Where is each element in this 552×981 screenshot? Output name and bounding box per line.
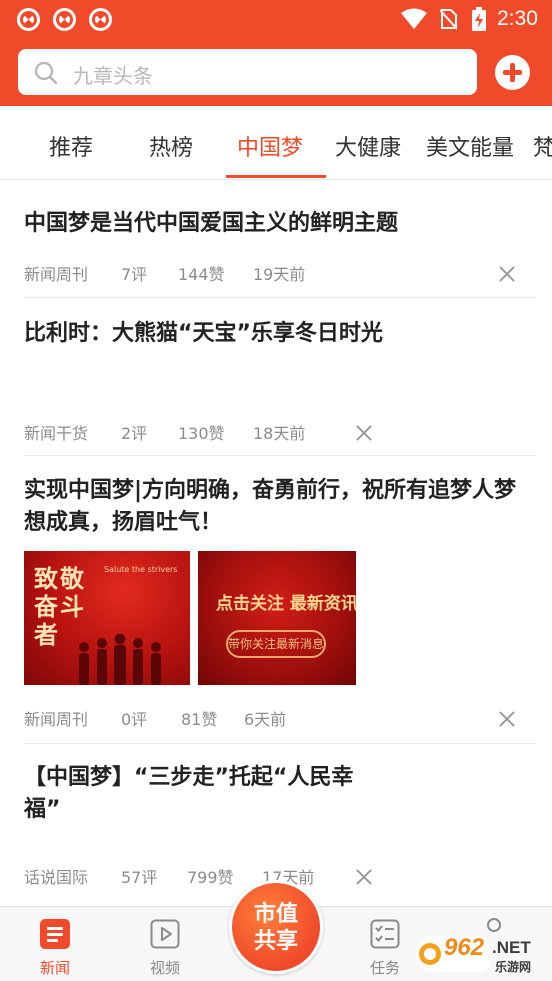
- thumbnail-subtitle: Salute the strivers: [104, 565, 178, 574]
- article-comments: 0评: [121, 710, 148, 729]
- article-thumbnail[interactable]: 点击关注 最新资讯 带你关注最新消息: [198, 551, 356, 685]
- search-placeholder: 九章头条: [73, 64, 153, 88]
- article-source: 新闻干货: [24, 424, 89, 443]
- close-icon[interactable]: [356, 869, 372, 885]
- video-icon: [150, 919, 180, 949]
- article-time: 6天前: [244, 710, 287, 729]
- battery-charging-icon: [472, 7, 486, 31]
- wifi-icon: [401, 8, 427, 29]
- nav-task-label: 任务: [369, 959, 400, 977]
- nav-task[interactable]: 任务: [350, 907, 420, 981]
- article-title[interactable]: 中国梦是当代中国爱国主义的鲜明主题: [24, 208, 536, 240]
- watermark-logo: 962 .NET 乐游网: [412, 932, 547, 976]
- article-comments: 57评: [121, 868, 158, 887]
- article-time: 19天前: [253, 265, 306, 284]
- watermark-number: 962: [444, 934, 485, 961]
- news-icon: [40, 919, 70, 949]
- article-likes: 130赞: [178, 424, 225, 443]
- list-item[interactable]: 【中国梦】“三步走”托起“人民幸福” 话说国际 57评 799赞 17天前: [24, 762, 536, 892]
- divider: [24, 743, 536, 744]
- article-likes: 81赞: [181, 710, 218, 729]
- tab-hot[interactable]: 热榜: [149, 130, 193, 162]
- article-title[interactable]: 比利时：大熊猫“天宝”乐享冬日时光: [24, 318, 384, 350]
- close-icon[interactable]: [499, 711, 515, 727]
- nav-news[interactable]: 新闻: [20, 907, 90, 981]
- article-images[interactable]: 致敬奋斗者 Salute the strivers 点击关注 最新资讯 带你关注…: [24, 551, 364, 685]
- divider: [24, 455, 536, 456]
- add-icon[interactable]: [495, 55, 530, 90]
- close-icon[interactable]: [499, 266, 515, 282]
- status-time: 2:30: [497, 7, 538, 30]
- no-sim-icon: [440, 9, 457, 30]
- app-notification-icon: [89, 8, 112, 31]
- divider: [24, 297, 536, 298]
- watermark-subtext: 乐游网: [495, 960, 532, 974]
- channel-tabs: 推荐 热榜 中国梦 大健康 美文能量 梵: [0, 106, 552, 180]
- tab-active-indicator: [226, 175, 326, 178]
- nav-news-label: 新闻: [39, 959, 70, 977]
- status-bar: 2:30: [0, 0, 552, 38]
- thumbnail-title: 点击关注 最新资讯: [216, 594, 356, 614]
- article-source: 新闻周刊: [24, 710, 89, 729]
- task-icon: [370, 919, 400, 949]
- center-button-line2: 共享: [253, 929, 298, 954]
- market-share-button[interactable]: 市值 共享: [229, 880, 323, 974]
- nav-video[interactable]: 视频: [130, 907, 200, 981]
- search-icon: [34, 61, 58, 85]
- crowd-silhouette-icon: [79, 633, 161, 685]
- article-time: 18天前: [253, 424, 306, 443]
- center-button-line1: 市值: [253, 902, 298, 927]
- tab-recommend[interactable]: 推荐: [49, 130, 93, 162]
- list-item[interactable]: 中国梦是当代中国爱国主义的鲜明主题 新闻周刊 7评 144赞 19天前: [24, 208, 536, 288]
- article-thumbnail[interactable]: 致敬奋斗者 Salute the strivers: [24, 551, 190, 685]
- article-source: 话说国际: [24, 868, 89, 887]
- tab-more[interactable]: 梵: [533, 130, 552, 162]
- article-likes: 144赞: [178, 265, 225, 284]
- nav-video-label: 视频: [149, 959, 180, 977]
- article-comments: 2评: [121, 424, 148, 443]
- search-input[interactable]: 九章头条: [18, 49, 477, 95]
- watermark-suffix: .NET: [492, 938, 531, 957]
- app-notification-icon: [17, 8, 40, 31]
- article-title[interactable]: 【中国梦】“三步走”托起“人民幸福”: [24, 762, 384, 826]
- tab-china-dream[interactable]: 中国梦: [237, 130, 303, 162]
- app-header: 2:30 九章头条: [0, 0, 552, 106]
- tab-essays[interactable]: 美文能量: [426, 130, 514, 162]
- list-item[interactable]: 比利时：大熊猫“天宝”乐享冬日时光 新闻干货 2评 130赞 18天前: [24, 318, 536, 448]
- thumbnail-subtitle: 带你关注最新消息: [226, 630, 326, 658]
- app-notification-icon: [53, 8, 76, 31]
- article-title[interactable]: 实现中国梦|方向明确，奋勇前行，祝所有追梦人梦想成真，扬眉吐气！: [24, 475, 536, 539]
- article-source: 新闻周刊: [24, 265, 89, 284]
- article-likes: 799赞: [187, 868, 234, 887]
- close-icon[interactable]: [356, 425, 372, 441]
- article-comments: 7评: [121, 265, 148, 284]
- tab-health[interactable]: 大健康: [335, 130, 401, 162]
- list-item[interactable]: 实现中国梦|方向明确，奋勇前行，祝所有追梦人梦想成真，扬眉吐气！ 致敬奋斗者 S…: [24, 475, 536, 735]
